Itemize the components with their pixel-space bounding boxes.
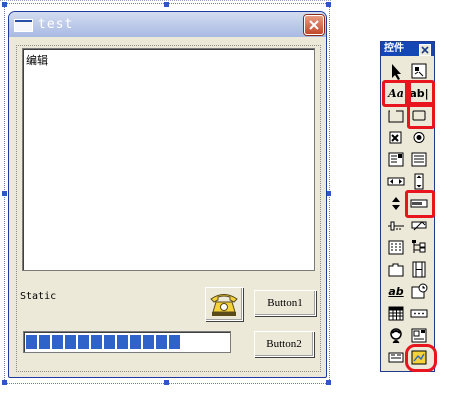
ip-address-tool[interactable] xyxy=(409,304,429,323)
syslink-tool[interactable] xyxy=(386,348,406,367)
tree-control-icon xyxy=(412,240,426,253)
controls-toolbox[interactable]: 控件 Aa ab| ab xyxy=(380,41,437,372)
progress-segment xyxy=(104,335,115,349)
list-box-icon xyxy=(411,152,427,167)
progress-segment xyxy=(169,335,180,349)
progress-segment xyxy=(78,335,89,349)
close-icon xyxy=(309,20,319,30)
checkbox-icon xyxy=(389,131,402,144)
resize-handle-top[interactable] xyxy=(164,2,169,7)
progress-segment xyxy=(156,335,167,349)
progress-segment xyxy=(91,335,102,349)
window-icon xyxy=(14,19,33,32)
horizontal-scrollbar-tool[interactable] xyxy=(386,172,406,191)
check-box-tool[interactable] xyxy=(386,128,406,147)
progress-fill xyxy=(26,335,180,349)
group-box-icon xyxy=(388,109,404,123)
progress-segment xyxy=(143,335,154,349)
toolbox-title: 控件 xyxy=(384,43,404,54)
tab-control-icon xyxy=(388,263,404,277)
resize-handle-left[interactable] xyxy=(2,191,7,196)
vertical-scrollbar-tool[interactable] xyxy=(409,172,429,191)
telephone-icon xyxy=(210,294,238,316)
highlight-progress-tool xyxy=(405,190,435,218)
highlight-picture-control-tool xyxy=(405,344,437,372)
toolbox-titlebar[interactable]: 控件 xyxy=(381,42,434,56)
hot-key-tool[interactable] xyxy=(409,216,429,235)
ip-address-icon xyxy=(410,309,428,318)
vertical-scrollbar-icon xyxy=(414,173,424,190)
button2[interactable]: Button2 xyxy=(254,331,314,357)
combo-box-tool[interactable] xyxy=(386,150,406,169)
rich-edit-tool-label: ab xyxy=(388,285,404,298)
progress-segment xyxy=(130,335,141,349)
date-time-picker-icon xyxy=(411,283,428,299)
resize-handle-top-right[interactable] xyxy=(326,2,331,7)
spin-arrows-icon xyxy=(392,197,400,210)
progress-segment xyxy=(39,335,50,349)
dialog-close-button[interactable] xyxy=(304,15,324,35)
toolbox-close-button[interactable] xyxy=(419,44,431,56)
resize-handle-bottom[interactable] xyxy=(164,380,169,385)
progress-segment xyxy=(117,335,128,349)
dialog-title: test xyxy=(38,17,74,32)
progress-bar xyxy=(23,331,231,353)
list-box-tool[interactable] xyxy=(409,150,429,169)
resize-handle-bottom-left[interactable] xyxy=(2,380,7,385)
radio-button-icon xyxy=(413,132,425,143)
slider-icon xyxy=(388,221,404,231)
person-head-icon xyxy=(390,328,402,344)
close-icon xyxy=(421,46,429,54)
tree-control-tool[interactable] xyxy=(409,238,429,257)
list-control-tool[interactable] xyxy=(386,238,406,257)
picture-icon xyxy=(411,63,427,79)
button1[interactable]: Button1 xyxy=(254,290,316,316)
progress-segment xyxy=(65,335,76,349)
test-dialog[interactable]: test 编辑 Static Button1 Button2 xyxy=(8,11,327,378)
film-strip-icon xyxy=(412,261,426,278)
highlight-button-tool xyxy=(407,102,435,129)
tab-control-tool[interactable] xyxy=(386,260,406,279)
spin-tool[interactable] xyxy=(386,194,406,213)
extended-combo-icon xyxy=(411,328,427,343)
extended-combo-tool[interactable] xyxy=(409,326,429,345)
pointer-tool[interactable] xyxy=(386,62,406,81)
animate-tool[interactable] xyxy=(409,260,429,279)
group-box-tool[interactable] xyxy=(386,106,406,125)
resize-handle-top-left[interactable] xyxy=(2,2,7,7)
telephone-image-button[interactable] xyxy=(205,287,243,321)
radio-button-tool[interactable] xyxy=(409,128,429,147)
rich-edit-tool[interactable]: ab xyxy=(386,282,406,301)
progress-segment xyxy=(26,335,37,349)
combo-box-icon xyxy=(388,152,404,167)
resize-handle-bottom-right[interactable] xyxy=(326,380,331,385)
slider-tool[interactable] xyxy=(386,216,406,235)
static-text-label[interactable]: Static xyxy=(20,291,56,302)
custom-control-tool[interactable] xyxy=(386,326,406,345)
month-calendar-tool[interactable] xyxy=(386,304,406,323)
edit-control[interactable]: 编辑 xyxy=(22,48,315,271)
arrow-cursor-icon xyxy=(392,64,401,80)
calendar-grid-icon xyxy=(388,306,404,321)
list-control-icon xyxy=(388,240,404,255)
hot-key-icon xyxy=(411,221,427,231)
dialog-titlebar[interactable]: test xyxy=(9,12,326,37)
progress-segment xyxy=(52,335,63,349)
picture-tool[interactable] xyxy=(409,62,429,81)
edit-control-text: 编辑 xyxy=(26,54,48,67)
date-time-picker-tool[interactable] xyxy=(409,282,429,301)
syslink-icon xyxy=(388,352,404,363)
horizontal-scrollbar-icon xyxy=(387,177,405,186)
